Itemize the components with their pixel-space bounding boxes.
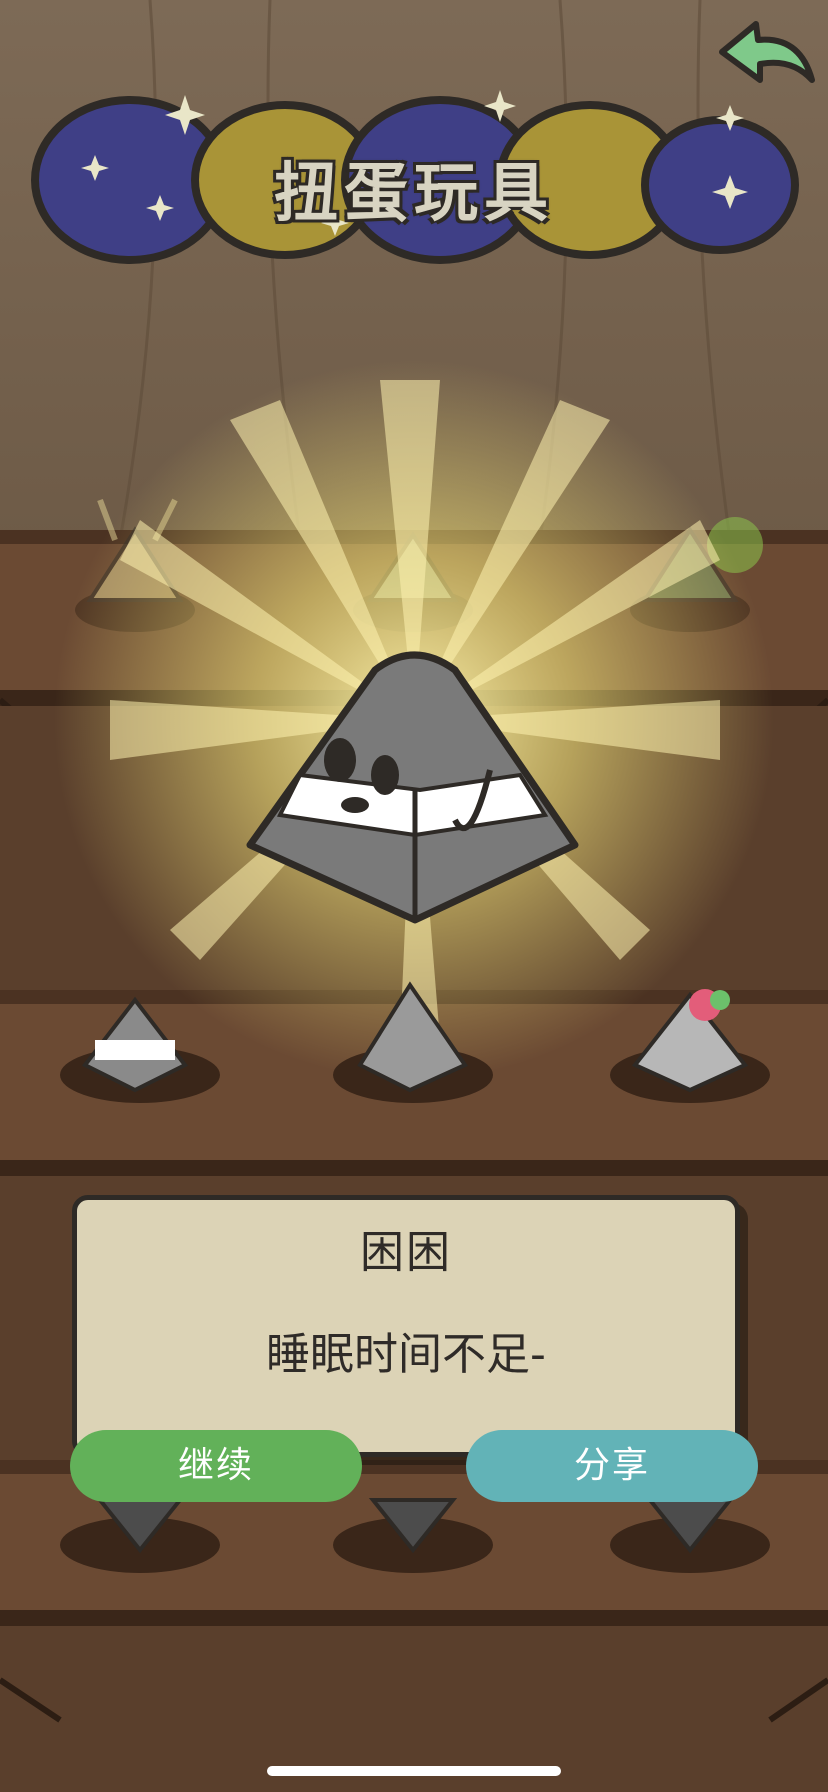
- page-title: 扭蛋玩具: [274, 157, 554, 231]
- toy-description: 睡眠时间不足-: [266, 1329, 546, 1380]
- continue-button[interactable]: 继续: [70, 1430, 362, 1502]
- toy-name: 困困: [360, 1227, 452, 1278]
- back-arrow-icon: [719, 21, 815, 83]
- share-button[interactable]: 分享: [466, 1430, 758, 1502]
- home-indicator[interactable]: [267, 1766, 561, 1776]
- game-scene: [0, 0, 828, 1792]
- result-dialog: 困困 睡眠时间不足-: [72, 1195, 740, 1457]
- back-button[interactable]: [708, 14, 820, 94]
